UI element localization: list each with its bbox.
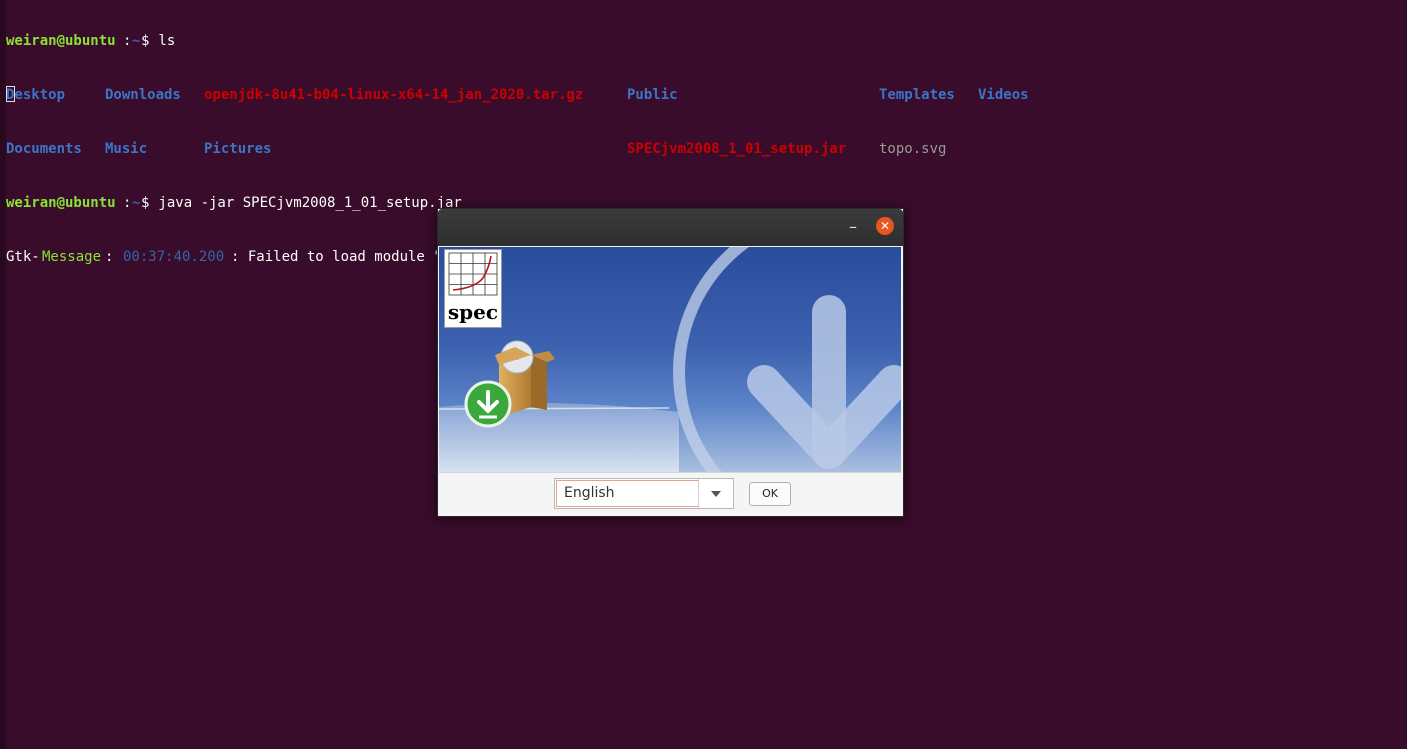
language-select-value[interactable]: English [556,480,699,507]
dir-entry: Videos [978,87,1029,103]
dialog-button-bar: English OK [439,472,901,516]
command-text: ls [150,33,176,49]
dir-entry: Music [105,141,148,157]
language-select[interactable]: English [554,478,734,509]
message-timestamp: 00:37:40.200 [123,249,225,265]
file-entry: topo.svg [879,141,947,157]
message-colon: : [105,249,122,265]
archive-entry: SPECjvm2008_1_01_setup.jar [627,141,847,157]
terminal-cursor[interactable] [6,86,15,102]
minimize-button[interactable]: – [846,217,860,237]
message-label: Message [42,249,102,265]
dir-entry: Downloads [105,87,181,103]
terminal-line-3: Documents Music Pictures SPECjvm2008_1_0… [6,140,946,158]
install-arrow-icon [464,380,512,428]
prompt-path: ~ [132,33,141,49]
prompt-dollar: $ [141,33,150,49]
gtk-prefix: Gtk- [6,249,40,265]
terminal-output: weiran@ubuntu : ~ $ ls Desktop Downloads… [6,0,1029,284]
dir-entry: Templates [879,87,955,103]
terminal-line-1: weiran@ubuntu : ~ $ ls [6,32,175,50]
spec-logo-text: spec [447,300,499,324]
prompt-dollar: $ [141,195,150,211]
prompt-path: ~ [132,195,141,211]
close-button[interactable]: ✕ [876,217,894,235]
terminal-line-5: Gtk- Message : 00:37:40.200 : Failed to … [6,248,610,266]
command-text: java -jar SPECjvm2008_1_01_setup.jar [150,195,462,211]
spec-graph-icon [448,252,498,296]
dir-entry: Pictures [204,141,272,157]
prompt-sep: : [123,195,132,211]
installer-banner: spec [439,247,901,472]
ok-button[interactable]: OK [749,482,791,506]
terminal-line-4: weiran@ubuntu : ~ $ java -jar SPECjvm200… [6,194,462,212]
dir-entry: Public [627,87,678,103]
prompt-sep: : [123,33,132,49]
dialog-titlebar[interactable]: – ✕ [438,209,903,246]
archive-entry: openjdk-8u41-b04-linux-x64-14_jan_2020.t… [204,87,584,103]
download-circle-watermark [673,247,901,472]
prompt-user: weiran@ubuntu [6,195,116,211]
dir-entry: Documents [6,141,82,157]
prompt-user: weiran@ubuntu [6,33,116,49]
spec-logo: spec [444,249,502,328]
installer-dialog: – ✕ spec English OK [437,208,904,517]
banner-graphic [439,247,901,472]
chevron-down-icon[interactable] [698,479,733,508]
